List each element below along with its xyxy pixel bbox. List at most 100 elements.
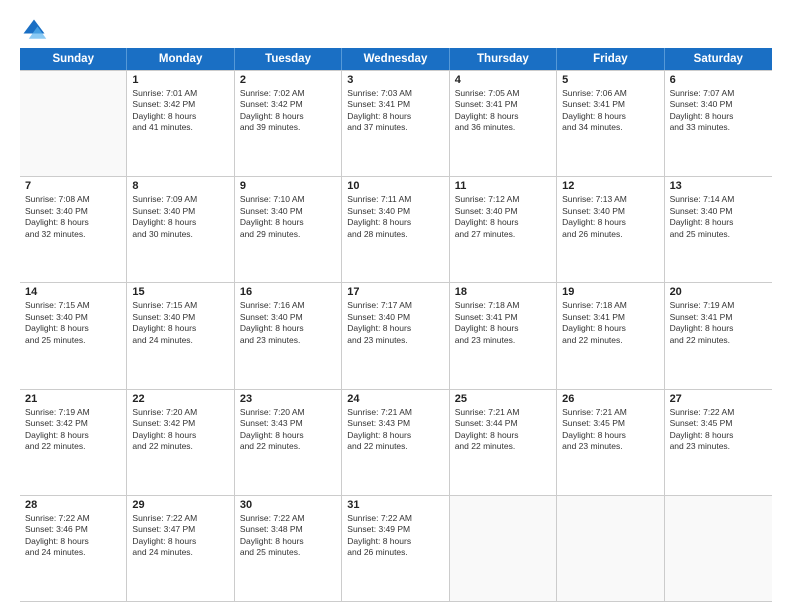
cell-info-line: Sunrise: 7:11 AM [347,194,443,205]
cell-info-line: and 24 minutes. [132,335,228,346]
cell-info-line: Sunset: 3:40 PM [562,206,658,217]
cell-info-line: Sunrise: 7:12 AM [455,194,551,205]
cell-info-line: Daylight: 8 hours [240,111,336,122]
calendar-day: 25Sunrise: 7:21 AMSunset: 3:44 PMDayligh… [450,390,557,495]
calendar-day: 19Sunrise: 7:18 AMSunset: 3:41 PMDayligh… [557,283,664,388]
cell-info-line: Sunrise: 7:22 AM [240,513,336,524]
cell-info-line: Sunset: 3:40 PM [455,206,551,217]
day-number: 27 [670,393,767,405]
empty-cell [20,71,127,176]
calendar-row: 28Sunrise: 7:22 AMSunset: 3:46 PMDayligh… [20,496,772,602]
cell-info-line: Sunrise: 7:09 AM [132,194,228,205]
cell-info-line: Sunset: 3:40 PM [240,206,336,217]
cell-info-line: and 32 minutes. [25,229,121,240]
cell-info-line: Sunset: 3:45 PM [562,418,658,429]
day-number: 1 [132,74,228,86]
empty-cell [557,496,664,601]
calendar-day: 13Sunrise: 7:14 AMSunset: 3:40 PMDayligh… [665,177,772,282]
day-number: 15 [132,286,228,298]
calendar-day: 31Sunrise: 7:22 AMSunset: 3:49 PMDayligh… [342,496,449,601]
cell-info-line: Sunset: 3:42 PM [240,99,336,110]
cell-info-line: and 23 minutes. [347,335,443,346]
calendar-day: 20Sunrise: 7:19 AMSunset: 3:41 PMDayligh… [665,283,772,388]
cell-info-line: and 22 minutes. [132,441,228,452]
day-number: 23 [240,393,336,405]
cell-info-line: and 28 minutes. [347,229,443,240]
calendar-day: 8Sunrise: 7:09 AMSunset: 3:40 PMDaylight… [127,177,234,282]
cell-info-line: Daylight: 8 hours [240,323,336,334]
weekday-header: Saturday [665,48,772,70]
calendar-day: 30Sunrise: 7:22 AMSunset: 3:48 PMDayligh… [235,496,342,601]
day-number: 6 [670,74,767,86]
cell-info-line: Daylight: 8 hours [132,430,228,441]
cell-info-line: and 29 minutes. [240,229,336,240]
day-number: 3 [347,74,443,86]
cell-info-line: and 30 minutes. [132,229,228,240]
calendar-day: 10Sunrise: 7:11 AMSunset: 3:40 PMDayligh… [342,177,449,282]
cell-info-line: and 36 minutes. [455,122,551,133]
calendar-day: 16Sunrise: 7:16 AMSunset: 3:40 PMDayligh… [235,283,342,388]
cell-info-line: Daylight: 8 hours [562,111,658,122]
cell-info-line: and 25 minutes. [25,335,121,346]
logo [20,16,52,44]
cell-info-line: Daylight: 8 hours [347,111,443,122]
calendar-day: 2Sunrise: 7:02 AMSunset: 3:42 PMDaylight… [235,71,342,176]
cell-info-line: Sunset: 3:41 PM [455,312,551,323]
cell-info-line: Daylight: 8 hours [347,217,443,228]
cell-info-line: and 22 minutes. [455,441,551,452]
cell-info-line: Sunrise: 7:07 AM [670,88,767,99]
calendar-day: 9 Sunrise: 7:10 AMSunset: 3:40 PMDaylight… [235,177,342,282]
cell-info-line: Sunrise: 7:03 AM [347,88,443,99]
cell-info-line: Sunrise: 7:01 AM [132,88,228,99]
day-number: 16 [240,286,336,298]
calendar-day: 4Sunrise: 7:05 AMSunset: 3:41 PMDaylight… [450,71,557,176]
cell-info-line: Sunset: 3:42 PM [25,418,121,429]
cell-info-line: Daylight: 8 hours [240,217,336,228]
cell-info-line: Sunrise: 7:19 AM [670,300,767,311]
cell-info-line: Sunset: 3:40 PM [670,99,767,110]
day-number: 12 [562,180,658,192]
cell-info-line: Sunset: 3:41 PM [562,312,658,323]
calendar-row: 14Sunrise: 7:15 AMSunset: 3:40 PMDayligh… [20,283,772,389]
cell-info-line: and 25 minutes. [240,547,336,558]
calendar-header: SundayMondayTuesdayWednesdayThursdayFrid… [20,48,772,70]
calendar-day: 11Sunrise: 7:12 AMSunset: 3:40 PMDayligh… [450,177,557,282]
cell-info-line: Sunrise: 7:05 AM [455,88,551,99]
weekday-header: Sunday [20,48,127,70]
cell-info-line: Daylight: 8 hours [347,536,443,547]
cell-info-line: and 22 minutes. [25,441,121,452]
weekday-header: Friday [557,48,664,70]
day-number: 4 [455,74,551,86]
cell-info-line: and 33 minutes. [670,122,767,133]
calendar-day: 28Sunrise: 7:22 AMSunset: 3:46 PMDayligh… [20,496,127,601]
cell-info-line: Sunrise: 7:10 AM [240,194,336,205]
cell-info-line: Sunrise: 7:16 AM [240,300,336,311]
cell-info-line: Sunrise: 7:02 AM [240,88,336,99]
cell-info-line: Sunset: 3:41 PM [347,99,443,110]
day-number: 30 [240,499,336,511]
cell-info-line: and 23 minutes. [562,441,658,452]
cell-info-line: Daylight: 8 hours [455,217,551,228]
cell-info-line: and 23 minutes. [455,335,551,346]
cell-info-line: Sunset: 3:40 PM [25,312,121,323]
cell-info-line: Daylight: 8 hours [455,430,551,441]
cell-info-line: Daylight: 8 hours [25,217,121,228]
cell-info-line: and 27 minutes. [455,229,551,240]
calendar-row: 21Sunrise: 7:19 AMSunset: 3:42 PMDayligh… [20,390,772,496]
cell-info-line: Sunrise: 7:22 AM [25,513,121,524]
cell-info-line: Sunrise: 7:18 AM [455,300,551,311]
cell-info-line: Sunrise: 7:06 AM [562,88,658,99]
cell-info-line: Sunset: 3:43 PM [347,418,443,429]
cell-info-line: and 25 minutes. [670,229,767,240]
cell-info-line: and 34 minutes. [562,122,658,133]
cell-info-line: Sunset: 3:48 PM [240,524,336,535]
cell-info-line: Sunset: 3:40 PM [25,206,121,217]
calendar-row: 7Sunrise: 7:08 AMSunset: 3:40 PMDaylight… [20,177,772,283]
cell-info-line: Daylight: 8 hours [240,430,336,441]
cell-info-line: Sunset: 3:41 PM [562,99,658,110]
cell-info-line: Sunset: 3:40 PM [132,206,228,217]
logo-icon [20,16,48,44]
cell-info-line: Sunset: 3:40 PM [670,206,767,217]
day-number: 9 [240,180,336,192]
day-number: 10 [347,180,443,192]
